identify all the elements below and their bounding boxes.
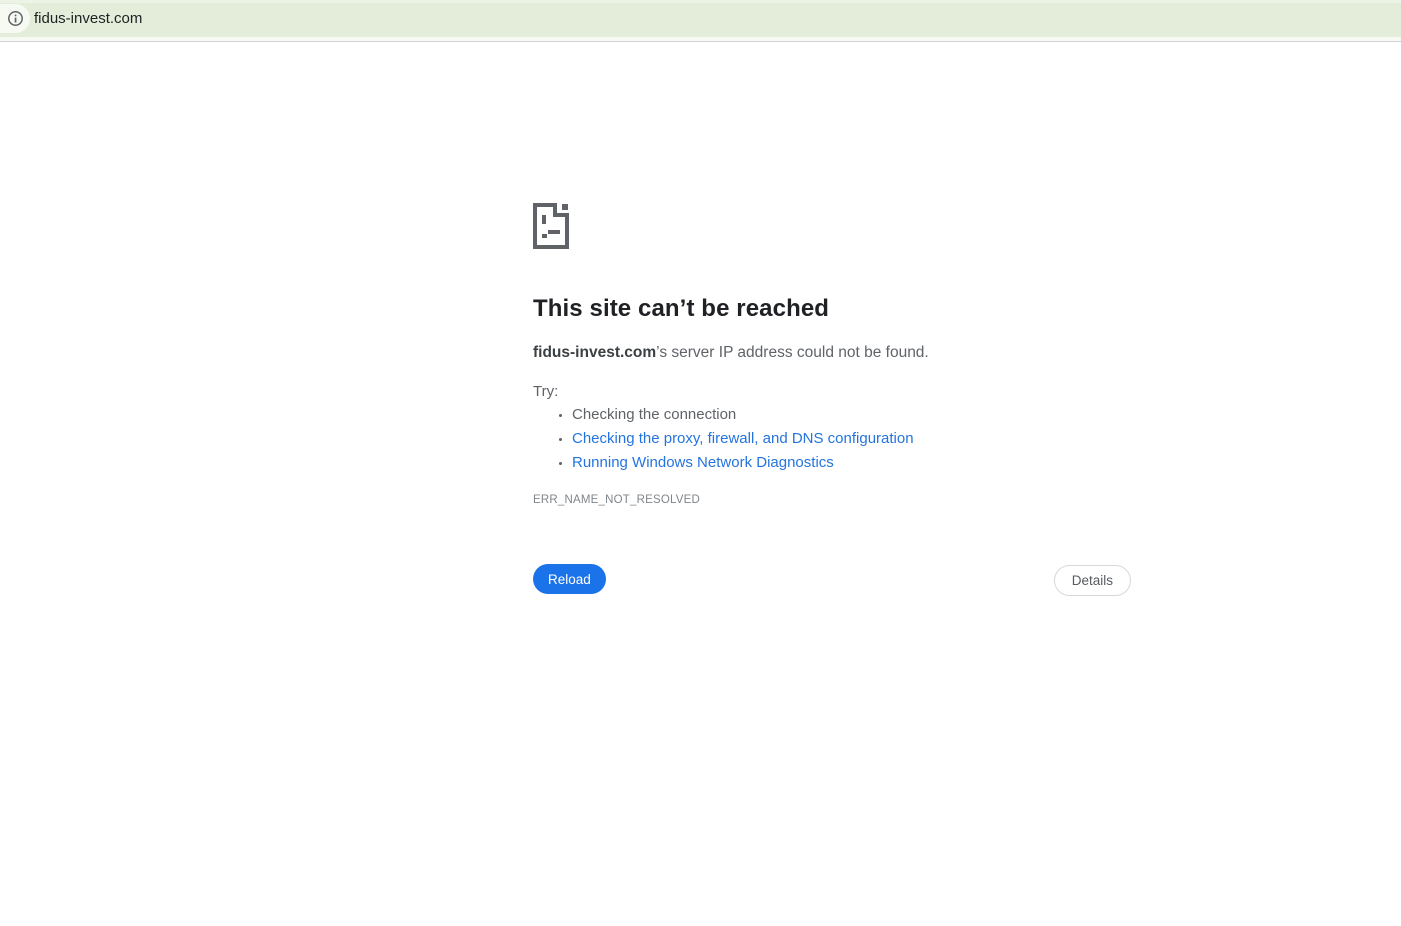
details-button[interactable]: Details: [1053, 565, 1131, 596]
error-subtitle: fidus-invest.com’s server IP address cou…: [533, 344, 929, 362]
toolbar-bottom-strip: [0, 37, 1401, 42]
suggestion-checking-connection: Checking the connection: [572, 403, 1131, 427]
error-code: ERR_NAME_NOT_RESOLVED: [533, 494, 700, 506]
suggestion-proxy-firewall-dns-link[interactable]: Checking the proxy, firewall, and DNS co…: [572, 427, 1131, 451]
sad-page-icon: [533, 203, 569, 249]
error-subtitle-text: ’s server IP address could not be found.: [656, 344, 929, 361]
info-icon[interactable]: [7, 10, 24, 27]
button-row: Reload Details: [533, 564, 1131, 596]
suggestion-network-diagnostics-link[interactable]: Running Windows Network Diagnostics: [572, 451, 1131, 475]
suggestion-list: Checking the connection Checking the pro…: [533, 403, 1131, 475]
page-info-chip[interactable]: [0, 4, 30, 33]
error-domain: fidus-invest.com: [533, 344, 657, 361]
try-label: Try:: [533, 383, 559, 400]
error-title: This site can’t be reached: [533, 295, 830, 322]
browser-toolbar: fidus-invest.com: [0, 0, 1401, 37]
reload-button[interactable]: Reload: [533, 564, 606, 594]
address-bar-url[interactable]: fidus-invest.com: [34, 0, 142, 37]
